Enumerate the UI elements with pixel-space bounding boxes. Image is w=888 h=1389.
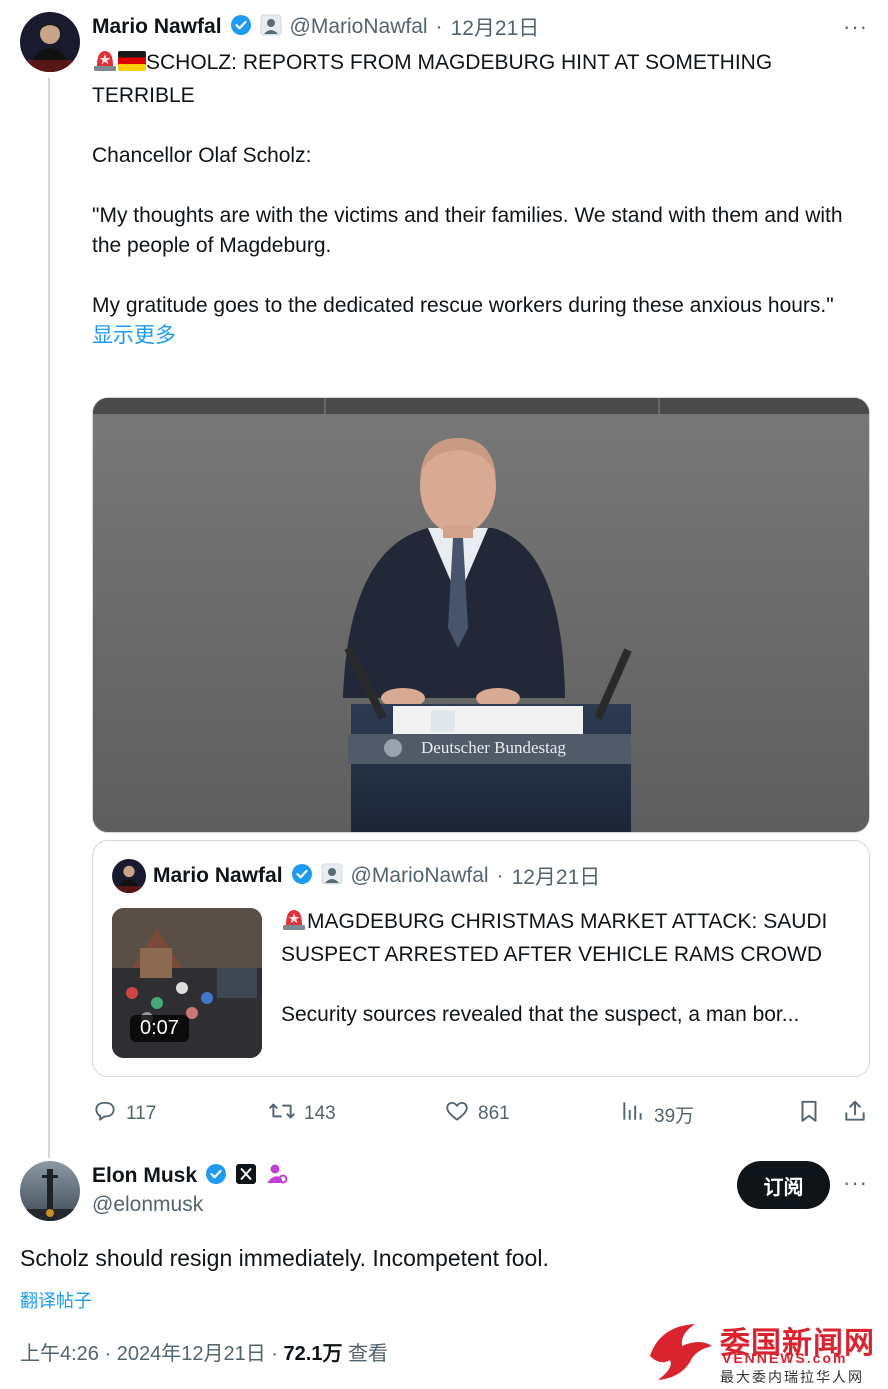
reply-time[interactable]: 上午4:26 [20, 1343, 99, 1365]
bookmark-icon [796, 1098, 822, 1130]
subscribe-button[interactable]: 订阅 [737, 1161, 830, 1209]
like-button[interactable]: 861 [444, 1098, 510, 1130]
meta-separator-1: · [104, 1343, 112, 1365]
reply-body: Scholz should resign immediately. Incomp… [20, 1245, 549, 1271]
more-options-icon[interactable]: ··· [843, 14, 868, 40]
quoted-tweet-card[interactable]: Mario Nawfal @MarioNawfal · 12月21日 0:07 [92, 840, 870, 1077]
author-name[interactable]: Mario Nawfal [92, 15, 222, 39]
like-count: 861 [478, 1103, 510, 1124]
siren-icon [92, 48, 118, 81]
retweet-button[interactable]: 143 [268, 1098, 336, 1130]
media-caption: Deutscher Bundestag [421, 738, 566, 757]
tweet-quote-paragraph-2: My gratitude goes to the dedicated rescu… [92, 294, 834, 317]
reply-views-count: 72.1万 [283, 1343, 343, 1365]
vennews-watermark-logo: 委国新闻网 VENNEWS.com 最大委内瑞拉华人网 [640, 1316, 886, 1386]
user-gear-icon [265, 1163, 289, 1190]
reply-more-options-icon[interactable]: ··· [843, 1170, 868, 1196]
reply-author-handle[interactable]: @elonmusk [92, 1193, 203, 1217]
avatar-mario[interactable] [20, 12, 80, 72]
quoted-author-name: Mario Nawfal [153, 864, 283, 887]
analytics-icon [620, 1098, 646, 1130]
show-more-link[interactable]: 显示更多 [92, 324, 176, 347]
reply-icon [92, 1098, 118, 1130]
quoted-video-thumbnail[interactable]: 0:07 [112, 908, 262, 1058]
x-affiliate-icon[interactable] [235, 1163, 257, 1190]
reply-button[interactable]: 117 [92, 1098, 156, 1130]
reply-verified-badge-icon [205, 1163, 227, 1190]
quoted-avatar [112, 859, 146, 893]
share-icon [842, 1098, 868, 1130]
views-count: 39万 [654, 1105, 695, 1127]
heart-icon [444, 1098, 470, 1130]
tweet-media-image[interactable]: Deutscher Bundestag [92, 397, 870, 833]
tweet-headline: SCHOLZ: REPORTS FROM MAGDEBURG HINT AT S… [92, 51, 773, 107]
quoted-date: 12月21日 [511, 866, 601, 889]
separator-dot: · [435, 15, 443, 38]
quoted-verified-badge-icon [291, 863, 313, 890]
reply-header: Elon Musk [92, 1161, 289, 1191]
share-button[interactable] [842, 1098, 868, 1130]
author-handle[interactable]: @MarioNawfal [290, 15, 428, 39]
meta-separator-2: · [271, 1343, 278, 1365]
reply-count: 117 [126, 1103, 157, 1124]
retweet-count: 143 [304, 1103, 336, 1124]
video-duration: 0:07 [130, 1015, 189, 1042]
tweet-body: SCHOLZ: REPORTS FROM MAGDEBURG HINT AT S… [92, 48, 852, 351]
quoted-siren-icon [281, 907, 307, 940]
reply-date[interactable]: 2024年12月21日 [117, 1343, 266, 1365]
tweet-speaker-line: Chancellor Olaf Scholz: [92, 144, 312, 167]
verified-badge-icon [230, 14, 252, 41]
watermark-url: VENNEWS.com [722, 1350, 848, 1366]
quoted-snippet: Security sources revealed that the suspe… [281, 1003, 800, 1026]
tweet-action-bar: 117 143 861 39万 [92, 1092, 870, 1132]
tweet-header: Mario Nawfal @MarioNawfal · 12月21日 [92, 12, 539, 42]
avatar-elon[interactable] [20, 1161, 80, 1221]
quoted-separator-dot: · [496, 864, 504, 887]
reply-views-label: 查看 [348, 1343, 389, 1365]
quoted-affiliate-badge-icon [321, 863, 343, 890]
quoted-author-handle: @MarioNawfal [350, 864, 489, 887]
watermark-subtitle: 最大委内瑞拉华人网 [720, 1369, 864, 1385]
bookmark-button[interactable] [796, 1098, 822, 1130]
thread-line [48, 78, 50, 1158]
quoted-body: MAGDEBURG CHRISTMAS MARKET ATTACK: SAUDI… [281, 907, 856, 1030]
reply-author-name[interactable]: Elon Musk [92, 1164, 197, 1188]
reply-meta: 上午4:26 · 2024年12月21日 · 72.1万 查看 [20, 1337, 388, 1366]
affiliate-badge-icon[interactable] [260, 14, 282, 41]
german-flag-icon [118, 50, 146, 80]
retweet-icon [268, 1098, 296, 1130]
quoted-headline: MAGDEBURG CHRISTMAS MARKET ATTACK: SAUDI… [281, 910, 828, 966]
views-button[interactable]: 39万 [620, 1098, 694, 1130]
translate-post-link[interactable]: 翻译帖子 [20, 1287, 92, 1313]
tweet-date[interactable]: 12月21日 [451, 12, 540, 42]
quoted-header: Mario Nawfal @MarioNawfal · 12月21日 [153, 861, 600, 891]
tweet-quote-paragraph-1: "My thoughts are with the victims and th… [92, 204, 843, 257]
